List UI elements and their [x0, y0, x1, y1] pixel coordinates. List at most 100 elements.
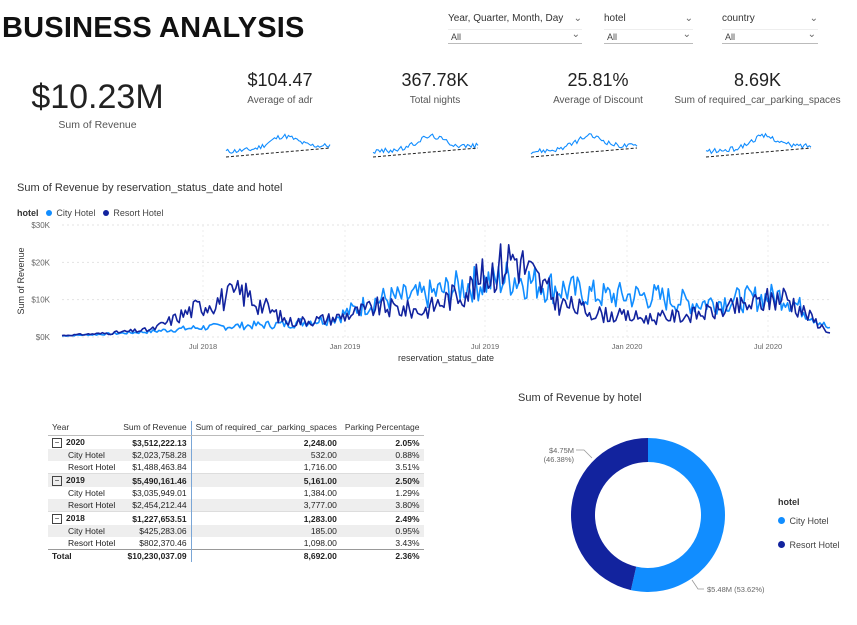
kpi-value: $104.47 — [247, 70, 313, 90]
matrix-cell: $1,488,463.84 — [119, 461, 192, 474]
slicer-date[interactable]: Year, Quarter, Month, Day ⌄ All ⌄ — [448, 13, 582, 44]
slicer-date-dropdown[interactable]: All ⌄ — [448, 29, 582, 44]
sparkline — [372, 133, 479, 155]
matrix-cell: 0.95% — [340, 525, 424, 537]
matrix-cell: 2.36% — [340, 549, 424, 562]
y-tick-label: $10K — [31, 296, 50, 305]
matrix-cell: 2.05% — [340, 435, 424, 449]
donut-data-label-city: $5.48M (53.62%) — [707, 585, 765, 594]
col-header-parking[interactable]: Sum of required_car_parking_spaces — [191, 421, 341, 436]
collapse-icon[interactable]: − — [52, 438, 62, 448]
slicer-country[interactable]: country ⌄ All ⌄ — [722, 13, 818, 44]
matrix-cell: $802,370.46 — [119, 537, 192, 550]
matrix-cell: 1.29% — [395, 488, 420, 498]
hotel-row[interactable]: City Hotel $3,035,949.01 1,384.00 1.29% — [48, 487, 424, 499]
donut-data-label-resort: $4.75M — [549, 446, 574, 455]
resort-legend-dot — [778, 541, 785, 548]
col-header-parking-pct[interactable]: Parking Percentage — [340, 421, 424, 436]
matrix-cell: City Hotel — [68, 488, 105, 498]
revenue-line-chart[interactable]: $30K $20K $10K $0K Jul 2018 Jan 2019 Jul 2019 J… — [0, 215, 857, 370]
x-tick-label: Jul 2019 — [471, 342, 499, 351]
hotel-row[interactable]: City Hotel $425,283.06 185.00 0.95% — [48, 525, 424, 537]
revenue-donut-chart[interactable]: $4.75M(46.38%) $5.48M (53.62%) — [520, 410, 780, 610]
slicer-date-label: Year, Quarter, Month, Day — [448, 13, 564, 24]
matrix-cell: $3,512,222.13 — [119, 435, 192, 449]
collapse-icon[interactable]: − — [52, 514, 62, 524]
sparkline — [705, 132, 812, 155]
matrix-cell: 8,692.00 — [191, 549, 341, 562]
matrix-cell: $5,490,161.46 — [119, 473, 192, 487]
matrix-cell: 2.50% — [340, 473, 424, 487]
kpi-value: 8.69K — [733, 70, 782, 90]
x-tick-label: Jan 2020 — [612, 342, 643, 351]
chevron-down-icon[interactable]: ⌄ — [685, 13, 693, 24]
kpi-value: 25.81% — [567, 70, 629, 90]
matrix-cell: 3.80% — [340, 499, 424, 512]
donut-data-label-resort-pct: (46.38%) — [544, 455, 575, 464]
matrix-cell: 3.51% — [395, 462, 420, 472]
hotel-row[interactable]: Resort Hotel $2,454,212.44 3,777.00 3.80% — [48, 499, 424, 512]
revenue-card[interactable]: $10.23M Sum of Revenue — [20, 78, 175, 131]
trend-line — [225, 147, 331, 158]
matrix-cell: $3,035,949.01 — [119, 487, 192, 499]
slicer-hotel-dropdown[interactable]: All ⌄ — [604, 29, 693, 44]
hotel-row[interactable]: City Hotel $2,023,758.28 532.00 0.88% — [48, 449, 424, 461]
series-line-resort-hotel — [61, 243, 831, 337]
y-axis-title: Sum of Revenue — [16, 247, 26, 314]
sparkline — [225, 133, 331, 154]
callout-line — [691, 579, 704, 590]
donut-title: Sum of Revenue by hotel — [518, 392, 642, 404]
kpi-card-discount[interactable]: 25.81% Average of Discount — [538, 70, 658, 106]
matrix-cell: $1,227,653.51 — [119, 511, 192, 525]
matrix-cell: $2,454,212.44 — [119, 499, 192, 512]
matrix-cell: $2,023,758.28 — [119, 449, 192, 461]
matrix-cell: 5,161.00 — [191, 473, 341, 487]
col-header-year[interactable]: Year — [48, 421, 120, 436]
slicer-country-dropdown[interactable]: All ⌄ — [722, 29, 818, 44]
kpi-card-adr[interactable]: $104.47 Average of adr — [220, 70, 340, 106]
slicer-hotel-label: hotel — [604, 13, 626, 24]
matrix-cell: Resort Hotel — [68, 462, 116, 472]
total-row[interactable]: Total $10,230,037.09 8,692.00 2.36% — [48, 549, 424, 562]
chevron-down-icon[interactable]: ⌄ — [810, 13, 818, 24]
revenue-matrix[interactable]: Year Sum of Revenue Sum of required_car_… — [48, 421, 424, 562]
kpi-label: Total nights — [409, 95, 461, 106]
chevron-down-icon[interactable]: ⌄ — [683, 28, 691, 42]
line-chart-title: Sum of Revenue by reservation_status_dat… — [17, 182, 283, 194]
donut-legend: hotel City Hotel Resort Hotel — [778, 497, 839, 553]
kpi-card-parking[interactable]: 8.69K Sum of required_car_parking_spaces — [670, 70, 845, 106]
x-tick-label: Jul 2018 — [189, 342, 217, 351]
hotel-row[interactable]: Resort Hotel $802,370.46 1,098.00 3.43% — [48, 537, 424, 550]
slicer-country-value: All — [725, 32, 736, 42]
year-row[interactable]: −2019 $5,490,161.46 5,161.00 2.50% — [48, 473, 424, 487]
trend-line — [705, 147, 812, 158]
chevron-down-icon[interactable]: ⌄ — [808, 28, 816, 42]
matrix-cell: 3,777.00 — [191, 499, 341, 512]
matrix-cell: 1,716.00 — [303, 462, 337, 472]
matrix-cell: $425,283.06 — [119, 525, 192, 537]
page-title: BUSINESS ANALYSIS — [2, 12, 305, 44]
matrix-cell: Total — [48, 549, 120, 562]
slicer-hotel[interactable]: hotel ⌄ All ⌄ — [604, 13, 693, 44]
collapse-icon[interactable]: − — [52, 476, 62, 486]
kpi-card-nights[interactable]: 367.78K Total nights — [375, 70, 495, 106]
matrix-cell: −2018 — [48, 511, 120, 525]
hotel-row[interactable]: Resort Hotel $1,488,463.84 1,716.00 3.51% — [48, 461, 424, 474]
col-header-revenue[interactable]: Sum of Revenue — [119, 421, 192, 436]
matrix-cell: 2,248.00 — [191, 435, 341, 449]
donut-legend-resort[interactable]: Resort Hotel — [789, 540, 839, 550]
donut-legend-city[interactable]: City Hotel — [789, 516, 828, 526]
chevron-down-icon[interactable]: ⌄ — [572, 28, 580, 42]
chevron-down-icon[interactable]: ⌄ — [574, 13, 582, 24]
matrix-cell: $10,230,037.09 — [119, 549, 192, 562]
matrix-cell: City Hotel — [48, 449, 120, 461]
x-tick-label: Jul 2020 — [754, 342, 782, 351]
kpi-label: Average of Discount — [553, 95, 643, 106]
donut-legend-title: hotel — [778, 497, 800, 507]
kpi-label: Average of adr — [247, 95, 313, 106]
matrix-cell: 1,098.00 — [303, 538, 337, 548]
kpi-label: Sum of required_car_parking_spaces — [674, 95, 841, 106]
year-row[interactable]: −2020 $3,512,222.13 2,248.00 2.05% — [48, 435, 424, 449]
slicer-country-label: country — [722, 13, 755, 24]
year-row[interactable]: −2018 $1,227,653.51 1,283.00 2.49% — [48, 511, 424, 525]
